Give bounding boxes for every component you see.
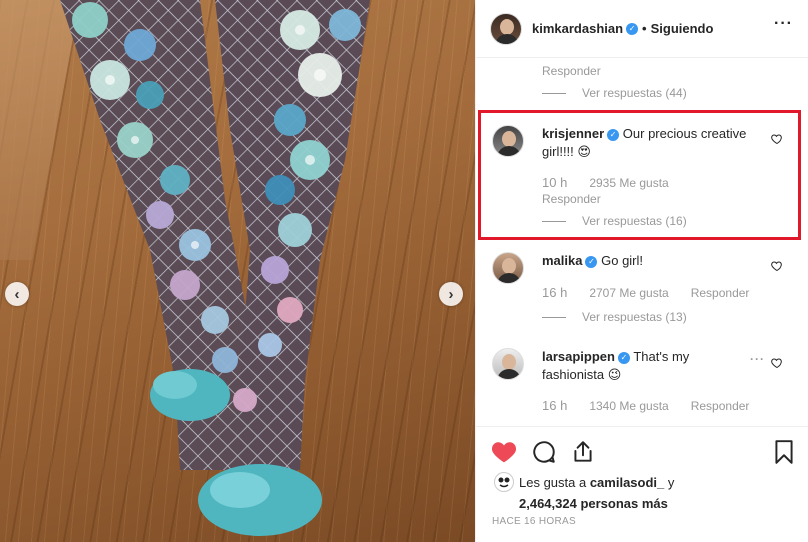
avatar[interactable] [490, 12, 522, 45]
comment-likes[interactable]: 2707 Me gusta [589, 286, 668, 300]
likes-connector: y [664, 475, 675, 490]
comments-list[interactable]: Responder Ver respuestas (44) krisjenner… [476, 58, 808, 426]
comment-username[interactable]: larsapippen [542, 349, 615, 364]
comment-text: Go girl! [601, 253, 644, 268]
comment-time: 16 h [542, 285, 568, 300]
verified-badge-icon: ✓ [585, 256, 598, 268]
comment-body: malika ✓ Go girl! [542, 252, 762, 270]
avatar[interactable] [492, 125, 524, 157]
comment-likes[interactable]: 2935 Me gusta [589, 176, 668, 190]
view-replies-button[interactable]: Ver respuestas (16) [542, 214, 687, 228]
post-timestamp[interactable]: HACE 16 HORAS [492, 516, 576, 527]
likes-count[interactable]: 2,464,324 personas más [519, 496, 668, 511]
avatar[interactable] [492, 348, 524, 380]
like-comment-heart-icon[interactable] [771, 133, 783, 145]
comment-meta: 10 h 2935 Me gusta [542, 175, 691, 190]
like-comment-heart-icon[interactable] [771, 357, 783, 369]
more-options-icon[interactable]: ··· [774, 16, 793, 32]
comment-icon[interactable] [531, 439, 557, 465]
view-replies-button[interactable]: Ver respuestas (44) [542, 86, 687, 100]
comment-username[interactable]: malika [542, 253, 582, 268]
share-icon[interactable] [570, 439, 596, 465]
comment-options-icon[interactable]: ··· [750, 352, 765, 366]
reply-button[interactable]: Responder [542, 64, 601, 78]
like-comment-heart-icon[interactable] [771, 260, 783, 272]
verified-badge-icon: ✓ [617, 352, 630, 364]
previous-photo-button[interactable]: ‹ [5, 282, 29, 306]
reply-button[interactable]: Responder [542, 192, 601, 206]
comment-body: krisjenner ✓ Our precious creative girl!!… [542, 125, 762, 161]
replies-divider [542, 220, 566, 222]
comment-likes[interactable]: 1340 Me gusta [589, 399, 668, 413]
comment-time: 10 h [542, 175, 568, 190]
likes-summary: Les gusta a camilasodi_ y 2,464,324 pers… [519, 472, 674, 514]
view-replies-label: Ver respuestas (16) [582, 214, 687, 228]
replies-divider [542, 316, 566, 318]
comment-item: malika ✓ Go girl! 16 h 2707 Me gusta Resp… [476, 252, 808, 332]
post-side-panel: kimkardashian ✓ • Siguiendo ··· Responde… [475, 0, 808, 542]
post-header: kimkardashian ✓ • Siguiendo ··· [476, 0, 808, 58]
next-photo-button[interactable]: › [439, 282, 463, 306]
comment-meta: 16 h 1340 Me gusta Responder [542, 398, 771, 413]
liker-username[interactable]: camilasodi_ [590, 475, 664, 490]
verified-badge-icon: ✓ [626, 22, 639, 35]
photo-illustration [60, 0, 370, 536]
view-replies-label: Ver respuestas (13) [582, 310, 687, 324]
comment-time: 16 h [542, 398, 568, 413]
view-replies-label: Ver respuestas (44) [582, 86, 687, 100]
comment-body: larsapippen ✓ That's my fashionista 😉 [542, 348, 732, 384]
heart-filled-icon[interactable] [491, 439, 517, 465]
likes-prefix: Les gusta a [519, 475, 590, 490]
verified-badge-icon: ✓ [607, 129, 620, 141]
comment-username[interactable]: krisjenner [542, 126, 604, 141]
following-button[interactable]: Siguiendo [651, 21, 714, 36]
reply-button[interactable]: Responder [691, 286, 750, 300]
comment-item: larsapippen ✓ That's my fashionista 😉 ···… [476, 348, 808, 418]
liker-avatar[interactable] [494, 472, 514, 492]
post-author-username[interactable]: kimkardashian [532, 21, 623, 36]
post-photo[interactable]: ‹ › [0, 0, 475, 542]
comment-meta: 16 h 2707 Me gusta Responder [542, 285, 771, 300]
avatar[interactable] [492, 252, 524, 284]
view-replies-button[interactable]: Ver respuestas (13) [542, 310, 687, 324]
comment-item: krisjenner ✓ Our precious creative girl!!… [476, 125, 808, 235]
header-separator: • [642, 21, 647, 36]
reply-button[interactable]: Responder [691, 399, 750, 413]
bookmark-icon[interactable] [771, 439, 797, 465]
replies-divider [542, 92, 566, 94]
